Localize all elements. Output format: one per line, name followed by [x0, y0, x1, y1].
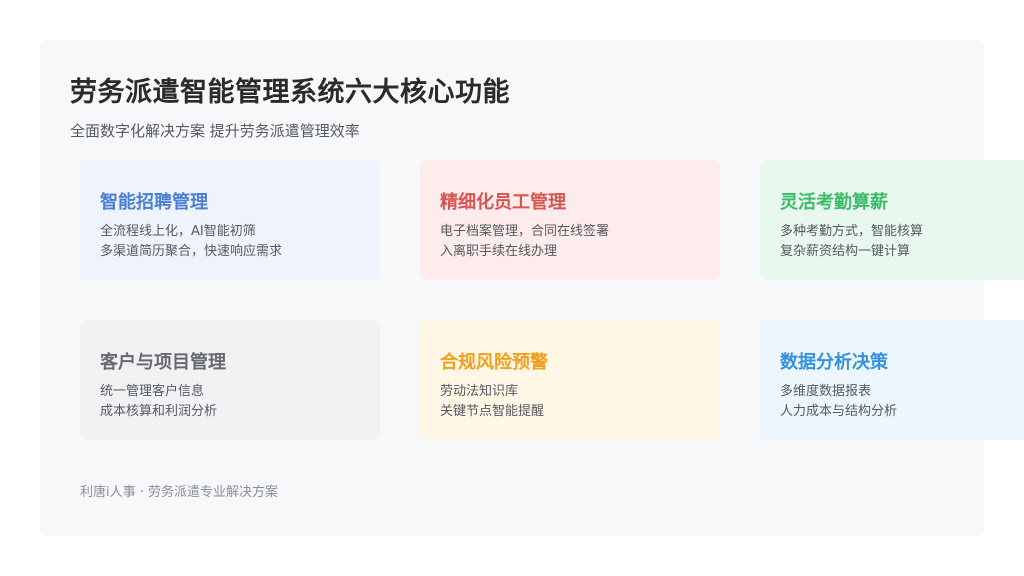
feature-card-line: 统一管理客户信息 [100, 384, 205, 399]
slide: 劳务派遣智能管理系统六大核心功能 全面数字化解决方案 提升劳务派遣管理效率 智能… [40, 40, 1024, 536]
feature-card-line: 全流程线上化，AI智能初筛 [100, 224, 256, 239]
feature-card-title: 客户与项目管理 [100, 352, 226, 373]
page-title: 劳务派遣智能管理系统六大核心功能 [70, 77, 510, 108]
feature-card-title: 数据分析决策 [780, 352, 888, 373]
footer-text: 利唐i人事 · 劳务派遣专业解决方案 [80, 485, 279, 500]
feature-card-line: 多种考勤方式，智能核算 [780, 224, 924, 239]
feature-card-recruitment: 智能招聘管理 全流程线上化，AI智能初筛 多渠道简历聚合，快速响应需求 [80, 160, 380, 280]
feature-card-line: 电子档案管理，合同在线签署 [440, 224, 610, 239]
page-subtitle: 全面数字化解决方案 提升劳务派遣管理效率 [70, 122, 360, 140]
feature-card-line: 入离职手续在线办理 [440, 244, 558, 259]
feature-card-title: 灵活考勤算薪 [780, 192, 888, 213]
feature-card-line: 成本核算和利润分析 [100, 404, 218, 419]
feature-card-line: 关键节点智能提醒 [440, 404, 545, 419]
feature-card-compliance: 合规风险预警 劳动法知识库 关键节点智能提醒 [420, 320, 720, 440]
feature-card-title: 合规风险预警 [440, 352, 548, 373]
feature-card-line: 多渠道简历聚合，快速响应需求 [100, 244, 283, 259]
feature-card-line: 多维度数据报表 [780, 384, 872, 399]
feature-card-line: 劳动法知识库 [440, 384, 519, 399]
feature-card-title: 智能招聘管理 [100, 192, 208, 213]
feature-card-employee: 精细化员工管理 电子档案管理，合同在线签署 入离职手续在线办理 [420, 160, 720, 280]
feature-card-line: 人力成本与结构分析 [780, 404, 898, 419]
feature-card-attendance: 灵活考勤算薪 多种考勤方式，智能核算 复杂薪资结构一键计算 [760, 160, 1024, 280]
feature-card-line: 复杂薪资结构一键计算 [780, 244, 911, 259]
feature-card-title: 精细化员工管理 [440, 192, 566, 213]
feature-card-analytics: 数据分析决策 多维度数据报表 人力成本与结构分析 [760, 320, 1024, 440]
feature-card-client-project: 客户与项目管理 统一管理客户信息 成本核算和利润分析 [80, 320, 380, 440]
